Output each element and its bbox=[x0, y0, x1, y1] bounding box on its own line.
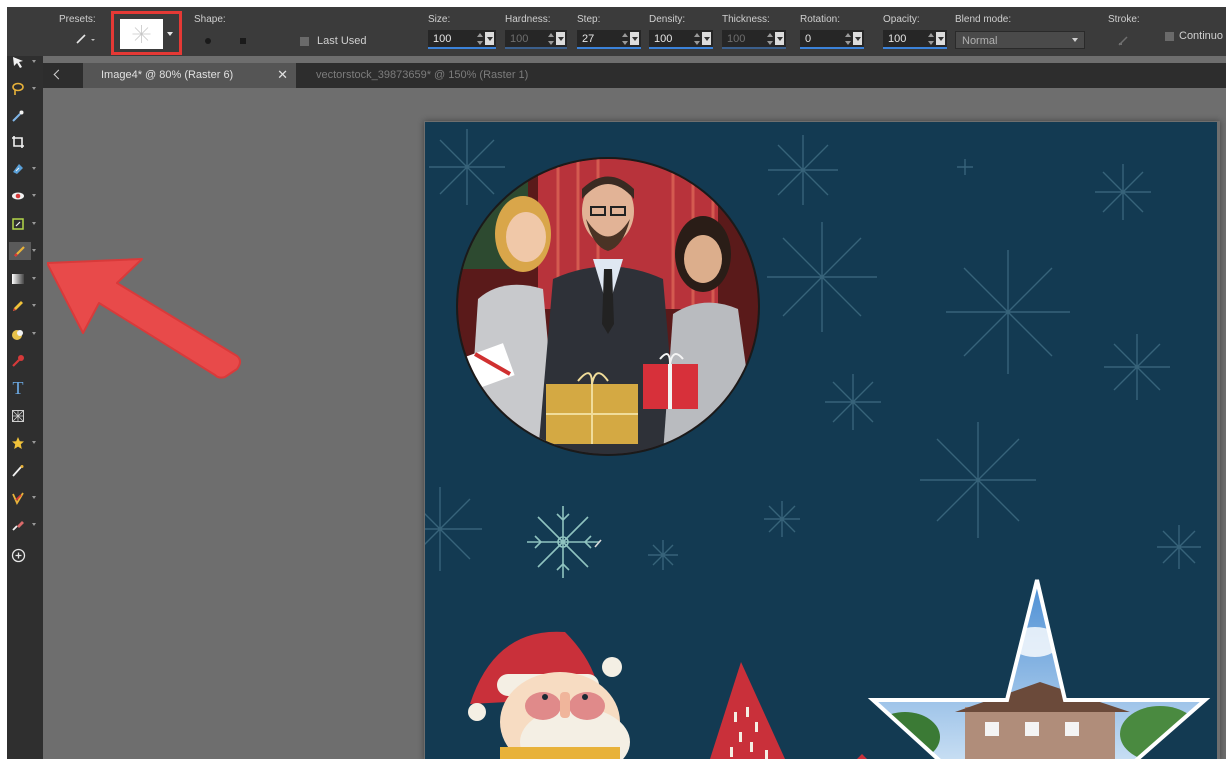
opacity-label: Opacity: bbox=[883, 14, 920, 25]
last-used-checkbox[interactable] bbox=[300, 37, 309, 46]
red-eye-icon[interactable] bbox=[9, 187, 27, 205]
spinner-icon[interactable] bbox=[622, 33, 629, 46]
chevron-down-icon[interactable] bbox=[32, 332, 36, 335]
chevron-down-icon[interactable] bbox=[32, 194, 36, 197]
chevron-down-icon[interactable] bbox=[32, 496, 36, 499]
document-tabs-bar: Image4* @ 80% (Raster 6) ✕ vectorstock_3… bbox=[43, 63, 1226, 88]
thickness-value: 100 bbox=[727, 33, 746, 45]
app-window: T Presets: Shape: Last Used Size: 100 Ha… bbox=[7, 7, 1226, 759]
chevron-down-icon[interactable] bbox=[32, 60, 36, 63]
size-label: Size: bbox=[428, 14, 451, 25]
slider-dropdown-icon[interactable] bbox=[853, 32, 862, 45]
opacity-value: 100 bbox=[888, 33, 907, 45]
opacity-field[interactable]: 100 bbox=[883, 30, 947, 49]
density-value: 100 bbox=[654, 33, 673, 45]
thickness-field[interactable]: 100 bbox=[722, 30, 786, 49]
straighten-icon[interactable] bbox=[9, 215, 27, 233]
step-value: 27 bbox=[582, 33, 595, 45]
chevron-down-icon[interactable] bbox=[32, 304, 36, 307]
slider-dropdown-icon[interactable] bbox=[936, 32, 945, 45]
brush-tip-swatch[interactable] bbox=[120, 19, 163, 49]
round-shape-icon[interactable] bbox=[205, 38, 211, 44]
picture-tube-icon[interactable] bbox=[9, 489, 27, 507]
chevron-down-icon[interactable] bbox=[32, 87, 36, 90]
spinner-icon[interactable] bbox=[845, 33, 852, 46]
circular-photo bbox=[458, 159, 758, 454]
hardness-label: Hardness: bbox=[505, 14, 551, 25]
text-icon[interactable]: T bbox=[9, 378, 27, 398]
chevron-down-icon[interactable] bbox=[32, 222, 36, 225]
rotation-label: Rotation: bbox=[800, 14, 841, 25]
star-photo-frame bbox=[867, 579, 1211, 759]
slider-dropdown-icon[interactable] bbox=[556, 32, 565, 45]
gradient-icon[interactable] bbox=[9, 270, 27, 288]
selection-icon[interactable] bbox=[9, 80, 27, 98]
chevron-down-icon[interactable] bbox=[32, 249, 36, 252]
spinner-icon[interactable] bbox=[477, 33, 484, 46]
slider-dropdown-icon[interactable] bbox=[702, 32, 711, 45]
tab-label: Image4* @ 80% (Raster 6) bbox=[101, 69, 234, 81]
tab-label: vectorstock_39873659* @ 150% (Raster 1) bbox=[316, 69, 529, 81]
continuous-checkbox[interactable] bbox=[1165, 32, 1174, 41]
blend-mode-value: Normal bbox=[962, 35, 998, 47]
warp-icon[interactable] bbox=[9, 407, 27, 425]
color-changer-icon[interactable] bbox=[9, 352, 27, 370]
chevron-down-icon[interactable] bbox=[1072, 38, 1078, 42]
paint-brush-icon[interactable] bbox=[9, 242, 31, 260]
square-shape-icon[interactable] bbox=[240, 38, 246, 44]
hardness-field[interactable]: 100 bbox=[505, 30, 567, 49]
rotation-value: 0 bbox=[805, 33, 812, 45]
spinner-icon[interactable] bbox=[694, 33, 701, 46]
tab-image4[interactable]: Image4* @ 80% (Raster 6) ✕ bbox=[83, 63, 296, 88]
chevron-left-icon[interactable] bbox=[53, 69, 64, 80]
red-arrow-annotation bbox=[47, 258, 241, 379]
crop-icon[interactable] bbox=[9, 133, 27, 151]
stroke-label: Stroke: bbox=[1108, 14, 1140, 25]
size-field[interactable]: 100 bbox=[428, 30, 496, 49]
step-field[interactable]: 27 bbox=[577, 30, 641, 49]
add-tool-icon[interactable] bbox=[9, 546, 27, 564]
step-label: Step: bbox=[577, 14, 601, 25]
move-icon[interactable] bbox=[9, 160, 27, 178]
tab-vectorstock[interactable]: vectorstock_39873659* @ 150% (Raster 1) bbox=[306, 63, 576, 88]
rotation-field[interactable]: 0 bbox=[800, 30, 864, 49]
spinner-icon[interactable] bbox=[548, 33, 555, 46]
presets-dropdown[interactable] bbox=[73, 31, 99, 47]
close-icon[interactable]: ✕ bbox=[277, 67, 288, 83]
hardness-value: 100 bbox=[510, 33, 529, 45]
slider-dropdown-icon[interactable] bbox=[485, 32, 494, 45]
shape-label: Shape: bbox=[194, 14, 226, 25]
tools-toolbar: T bbox=[7, 7, 43, 759]
last-used-label: Last Used bbox=[317, 35, 367, 47]
smudge-icon[interactable] bbox=[9, 462, 27, 480]
size-value: 100 bbox=[433, 33, 452, 45]
blend-mode-label: Blend mode: bbox=[955, 14, 1012, 25]
density-field[interactable]: 100 bbox=[649, 30, 713, 49]
thickness-label: Thickness: bbox=[722, 14, 770, 25]
chevron-down-icon[interactable] bbox=[32, 277, 36, 280]
density-label: Density: bbox=[649, 14, 686, 25]
chevron-down-icon[interactable] bbox=[167, 32, 173, 36]
chevron-down-icon[interactable] bbox=[32, 167, 36, 170]
dropper-icon[interactable] bbox=[9, 107, 27, 125]
spinner-icon[interactable] bbox=[928, 33, 935, 46]
slider-dropdown-icon[interactable] bbox=[775, 32, 784, 45]
eraser-icon[interactable] bbox=[9, 516, 27, 534]
dodge-icon[interactable] bbox=[9, 325, 27, 343]
star-shape-icon[interactable] bbox=[9, 434, 27, 452]
tool-options-bar: Presets: Shape: Last Used Size: 100 Hard… bbox=[7, 7, 1226, 56]
spinner-icon[interactable] bbox=[767, 33, 774, 46]
chevron-down-icon[interactable] bbox=[32, 441, 36, 444]
tree-illustration bbox=[710, 662, 867, 759]
presets-label: Presets: bbox=[59, 14, 96, 25]
continuous-label: Continuo bbox=[1179, 30, 1224, 42]
image-canvas[interactable] bbox=[425, 122, 1217, 759]
chevron-down-icon[interactable] bbox=[32, 523, 36, 526]
stroke-icon[interactable] bbox=[1118, 35, 1129, 46]
blend-mode-select[interactable]: Normal bbox=[955, 31, 1085, 49]
santa-illustration bbox=[468, 631, 630, 759]
slider-dropdown-icon[interactable] bbox=[630, 32, 639, 45]
pencil-icon[interactable] bbox=[9, 297, 27, 315]
